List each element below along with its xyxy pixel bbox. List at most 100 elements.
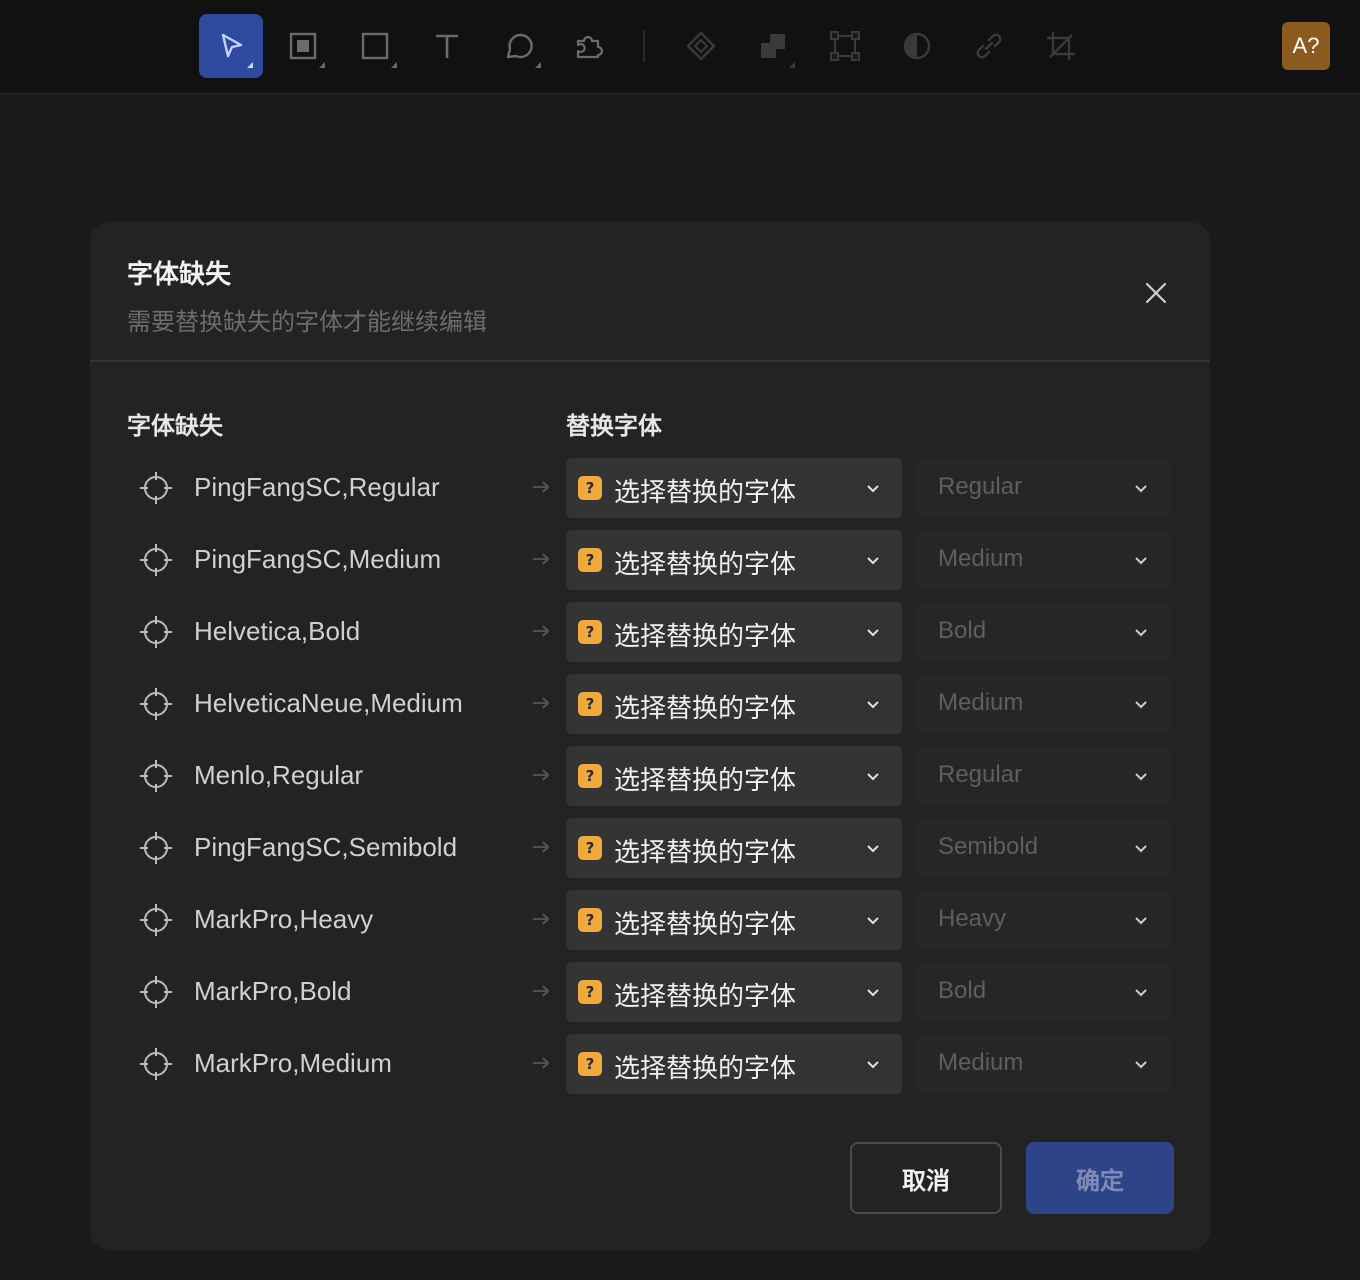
font-weight-select[interactable]: Medium: [914, 674, 1170, 734]
font-weight-select[interactable]: Bold: [914, 602, 1170, 662]
missing-font-name: PingFangSC,Semibold: [194, 832, 458, 862]
missing-font-row: MarkPro,Heavy? 选择替换的字体 Heavy: [90, 890, 1210, 950]
missing-font-row: Helvetica,Bold? 选择替换的字体 Bold: [90, 602, 1210, 662]
chevron-down-icon: [867, 1061, 879, 1069]
toolbar-divider: [643, 30, 645, 62]
comment-tool-button[interactable]: [487, 14, 551, 78]
arrow-right-icon: [533, 625, 550, 637]
chevron-down-icon: [867, 845, 879, 853]
replacement-font-select[interactable]: ? 选择替换的字体: [566, 458, 902, 518]
font-weight-label: Medium: [938, 1049, 1024, 1076]
arrow-right-icon: [533, 841, 550, 853]
warning-icon: ?: [578, 476, 602, 500]
chevron-down-icon: [867, 629, 879, 637]
font-weight-label: Medium: [938, 545, 1024, 572]
missing-font-name: PingFangSC,Medium: [194, 544, 442, 574]
chevron-down-icon: [1135, 701, 1147, 709]
chevron-down-icon: [1135, 557, 1147, 565]
locate-crosshair-icon[interactable]: [138, 830, 174, 866]
dialog-divider: [90, 360, 1210, 362]
replacement-font-select[interactable]: ? 选择替换的字体: [566, 674, 902, 734]
replacement-font-label: 选择替换的字体: [614, 478, 797, 508]
crop-tool-button[interactable]: [1029, 14, 1093, 78]
replacement-font-select[interactable]: ? 选择替换的字体: [566, 818, 902, 878]
cancel-button[interactable]: 取消: [850, 1142, 1002, 1214]
font-weight-label: Bold: [938, 977, 987, 1004]
mask-tool-button[interactable]: [885, 14, 949, 78]
frame-tool-button[interactable]: [271, 14, 335, 78]
replacement-font-select[interactable]: ? 选择替换的字体: [566, 746, 902, 806]
link-tool-button[interactable]: [957, 14, 1021, 78]
close-icon: [1145, 282, 1167, 304]
locate-crosshair-icon[interactable]: [138, 614, 174, 650]
missing-font-row: MarkPro,Bold? 选择替换的字体 Bold: [90, 962, 1210, 1022]
missing-font-name: MarkPro,Heavy: [194, 904, 374, 934]
warning-icon: ?: [578, 1052, 602, 1076]
transform-tool-button[interactable]: [813, 14, 877, 78]
replacement-font-select[interactable]: ? 选择替换的字体: [566, 530, 902, 590]
locate-crosshair-icon[interactable]: [138, 1046, 174, 1082]
puzzle-piece-icon: [576, 35, 604, 59]
warning-icon: ?: [578, 980, 602, 1004]
font-weight-select[interactable]: Regular: [914, 746, 1170, 806]
replacement-font-label: 选择替换的字体: [614, 982, 797, 1012]
text-tool-button[interactable]: [415, 14, 479, 78]
close-button[interactable]: [1140, 277, 1172, 309]
arrow-right-icon: [533, 553, 550, 565]
replacement-font-label: 选择替换的字体: [614, 910, 797, 940]
locate-crosshair-icon[interactable]: [138, 974, 174, 1010]
warning-icon: ?: [578, 620, 602, 644]
chevron-down-icon: [1135, 989, 1147, 997]
font-weight-select[interactable]: Medium: [914, 1034, 1170, 1094]
link-icon: [976, 33, 1002, 59]
replacement-font-label: 选择替换的字体: [614, 838, 797, 868]
chevron-down-icon: [867, 917, 879, 925]
locate-crosshair-icon[interactable]: [138, 902, 174, 938]
font-weight-select[interactable]: Heavy: [914, 890, 1170, 950]
locate-crosshair-icon[interactable]: [138, 758, 174, 794]
replacement-font-select[interactable]: ? 选择替换的字体: [566, 962, 902, 1022]
user-avatar[interactable]: A?: [1282, 22, 1330, 70]
missing-font-row: HelveticaNeue,Medium? 选择替换的字体 Medium: [90, 674, 1210, 734]
replacement-font-label: 选择替换的字体: [614, 622, 797, 652]
arrow-right-icon: [533, 769, 550, 781]
font-weight-label: Semibold: [938, 833, 1039, 860]
warning-icon: ?: [578, 692, 602, 716]
font-weight-label: Medium: [938, 689, 1024, 716]
locate-crosshair-icon[interactable]: [138, 686, 174, 722]
font-weight-select[interactable]: Bold: [914, 962, 1170, 1022]
rectangle-tool-button[interactable]: [343, 14, 407, 78]
replacement-font-label: 选择替换的字体: [614, 766, 797, 796]
missing-font-name: MarkPro,Bold: [194, 976, 352, 1006]
replacement-font-select[interactable]: ? 选择替换的字体: [566, 602, 902, 662]
warning-icon: ?: [578, 836, 602, 860]
locate-crosshair-icon[interactable]: [138, 542, 174, 578]
font-weight-select[interactable]: Semibold: [914, 818, 1170, 878]
diamond-icon: [686, 31, 716, 61]
warning-icon: ?: [578, 908, 602, 932]
font-weight-label: Bold: [938, 617, 987, 644]
confirm-button[interactable]: 确定: [1026, 1142, 1174, 1214]
replacement-font-label: 选择替换的字体: [614, 550, 797, 580]
font-weight-select[interactable]: Medium: [914, 530, 1170, 590]
plugin-tool-button[interactable]: [557, 14, 621, 78]
replacement-font-select[interactable]: ? 选择替换的字体: [566, 1034, 902, 1094]
chevron-down-icon: [867, 485, 879, 493]
missing-fonts-dialog: 字体缺失 需要替换缺失的字体才能继续编辑 字体缺失 替换字体 PingFangS…: [90, 222, 1210, 1250]
boolean-tool-button[interactable]: [741, 14, 805, 78]
boolean-shapes-icon: [761, 34, 785, 58]
replacement-font-select[interactable]: ? 选择替换的字体: [566, 890, 902, 950]
missing-font-row: MarkPro,Medium? 选择替换的字体 Medium: [90, 1034, 1210, 1094]
column-header-replace: 替换字体: [566, 412, 662, 440]
missing-font-row: PingFangSC,Semibold? 选择替换的字体 Semibold: [90, 818, 1210, 878]
arrow-right-icon: [533, 697, 550, 709]
crop-icon: [1047, 32, 1075, 60]
font-weight-select[interactable]: Regular: [914, 458, 1170, 518]
locate-crosshair-icon[interactable]: [138, 470, 174, 506]
component-tool-button[interactable]: [669, 14, 733, 78]
rectangle-icon: [361, 32, 389, 60]
arrow-right-icon: [533, 913, 550, 925]
dialog-title: 字体缺失: [127, 260, 232, 290]
select-tool-button[interactable]: [199, 14, 263, 78]
font-weight-label: Regular: [938, 473, 1023, 500]
